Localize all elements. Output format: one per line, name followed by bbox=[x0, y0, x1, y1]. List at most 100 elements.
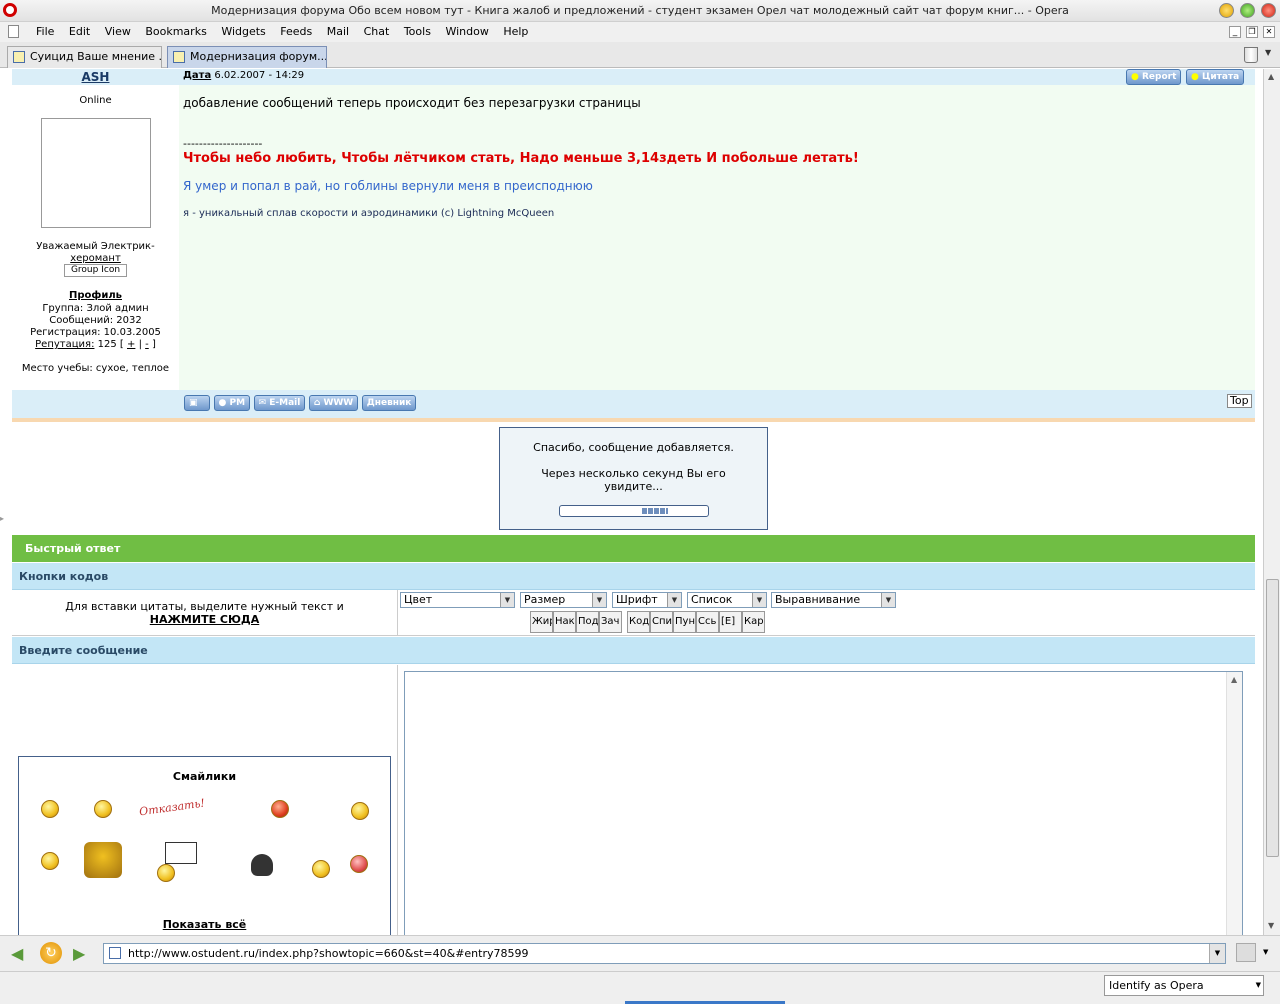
top-link[interactable]: Top bbox=[1227, 394, 1252, 408]
page-scrollbar[interactable]: ▲ ▼ bbox=[1263, 69, 1280, 935]
spoiler-button[interactable]: Спи bbox=[650, 611, 673, 633]
quote-hint: Для вставки цитаты, выделите нужный текс… bbox=[65, 600, 344, 613]
notice-progress-bar bbox=[559, 505, 709, 517]
reputation-plus-link[interactable]: + bbox=[127, 339, 135, 350]
wand-icon[interactable] bbox=[1236, 943, 1256, 962]
strike-button[interactable]: Зач bbox=[599, 611, 622, 633]
align-select-value: Выравнивание bbox=[775, 593, 861, 606]
menu-help[interactable]: Help bbox=[503, 22, 528, 42]
smiley-wave-icon[interactable] bbox=[41, 852, 59, 870]
color-select[interactable]: Цвет ▼ bbox=[400, 592, 515, 608]
menu-feeds[interactable]: Feeds bbox=[280, 22, 312, 42]
list-select-value: Список bbox=[691, 593, 733, 606]
diary-button[interactable]: Дневник bbox=[361, 395, 417, 411]
post-header-strip bbox=[179, 69, 1255, 85]
chevron-down-icon: ▼ bbox=[752, 593, 766, 607]
reload-icon[interactable]: ↻ bbox=[40, 942, 62, 964]
smiley-frown-icon[interactable] bbox=[41, 800, 59, 818]
smiley-sign-icon[interactable] bbox=[151, 842, 199, 884]
address-field[interactable]: http://www.ostudent.ru/index.php?showtop… bbox=[103, 943, 1226, 964]
forward-arrow-icon[interactable]: ▶ bbox=[73, 944, 85, 963]
smilies-title: Смайлики bbox=[172, 770, 237, 783]
size-select[interactable]: Размер ▼ bbox=[520, 592, 607, 608]
menu-widgets[interactable]: Widgets bbox=[221, 22, 265, 42]
menu-view[interactable]: View bbox=[105, 22, 131, 42]
click-here-link[interactable]: НАЖМИТЕ СЮДА bbox=[12, 613, 397, 626]
menu-chat[interactable]: Chat bbox=[364, 22, 390, 42]
bulb-icon: ● bbox=[1131, 72, 1139, 82]
smiley-reaper-icon[interactable] bbox=[251, 854, 273, 876]
list-select[interactable]: Список ▼ bbox=[687, 592, 767, 608]
bold-button[interactable]: Жир bbox=[530, 611, 553, 633]
diary-label: Дневник bbox=[366, 398, 412, 408]
tab-menu-arrow-icon[interactable]: ▼ bbox=[1265, 48, 1271, 57]
reputation-link[interactable]: Репутация: bbox=[35, 339, 94, 350]
notice-line3: увидите... bbox=[604, 480, 663, 493]
italic-button[interactable]: Нак bbox=[553, 611, 576, 633]
smiley-lightsaber-icon[interactable] bbox=[312, 860, 330, 878]
www-label: WWW bbox=[323, 398, 354, 408]
font-select[interactable]: Шрифт ▼ bbox=[612, 592, 682, 608]
underline-button[interactable]: Под bbox=[576, 611, 599, 633]
scrollbar-thumb[interactable] bbox=[1266, 579, 1279, 857]
trash-icon[interactable] bbox=[1244, 47, 1258, 63]
scroll-up-arrow-icon[interactable]: ▲ bbox=[1231, 675, 1237, 684]
protest-smiley bbox=[157, 864, 175, 882]
chevron-down-icon: ▼ bbox=[1255, 981, 1261, 989]
address-dropdown-icon[interactable]: ▼ bbox=[1209, 944, 1225, 963]
menu-file[interactable]: File bbox=[36, 22, 54, 42]
notice-line1: Спасибо, сообщение добавляется. bbox=[533, 441, 734, 454]
tab-suicide-opinion[interactable]: Суицид Ваше мнение ... bbox=[7, 46, 162, 68]
author-name[interactable]: ASH bbox=[12, 69, 179, 85]
report-button[interactable]: ● Report bbox=[1126, 69, 1182, 85]
doc-close-button[interactable]: ✕ bbox=[1263, 26, 1275, 38]
menu-bookmarks[interactable]: Bookmarks bbox=[145, 22, 206, 42]
doc-restore-button[interactable]: ❐ bbox=[1246, 26, 1258, 38]
smiley-sos-icon[interactable] bbox=[351, 802, 369, 820]
textarea-scrollbar[interactable]: ▲ bbox=[1226, 672, 1242, 935]
report-label: Report bbox=[1142, 72, 1177, 82]
post-separator bbox=[12, 418, 1255, 422]
back-arrow-icon[interactable]: ◀ bbox=[11, 944, 23, 963]
code-button[interactable]: Код bbox=[627, 611, 650, 633]
close-button[interactable] bbox=[1261, 3, 1276, 18]
doc-minimize-button[interactable]: _ bbox=[1229, 26, 1241, 38]
online-status: Online bbox=[79, 95, 112, 106]
link-button[interactable]: Ссь bbox=[696, 611, 719, 633]
smiley-refuse-text[interactable]: Отказать! bbox=[138, 796, 205, 818]
reputation-minus-link[interactable]: - bbox=[145, 339, 149, 350]
scroll-up-arrow-icon[interactable]: ▲ bbox=[1268, 72, 1274, 81]
profile-photo-button[interactable]: ▣ bbox=[184, 395, 210, 411]
nav-menu-arrow-icon[interactable]: ▼ bbox=[1263, 948, 1268, 956]
profile-link[interactable]: Профиль bbox=[12, 290, 179, 301]
image-button[interactable]: Кар bbox=[742, 611, 765, 633]
menu-window[interactable]: Window bbox=[445, 22, 488, 42]
date-label[interactable]: Дата bbox=[183, 70, 211, 81]
message-textarea[interactable]: ▲ bbox=[404, 671, 1243, 935]
smiley-love-icon[interactable] bbox=[350, 855, 368, 873]
tab-forum-modernization[interactable]: Модернизация форум... bbox=[167, 46, 327, 68]
post-date: Дата 6.02.2007 - 14:29 bbox=[183, 70, 304, 81]
smiley-angry-icon[interactable] bbox=[271, 800, 289, 818]
smiley-drink-icon[interactable] bbox=[84, 842, 122, 878]
notice-progress-fill bbox=[642, 508, 668, 514]
minimize-button[interactable] bbox=[1219, 3, 1234, 18]
show-all-smilies-link[interactable]: Показать всё bbox=[19, 918, 390, 931]
maximize-button[interactable] bbox=[1240, 3, 1255, 18]
menu-mail[interactable]: Mail bbox=[327, 22, 349, 42]
www-button[interactable]: ⌂ WWW bbox=[308, 395, 359, 411]
page-favicon-icon bbox=[109, 947, 121, 959]
email-button[interactable]: ✉ E-Mail bbox=[253, 395, 306, 411]
email-code-button[interactable]: [Е] bbox=[719, 611, 742, 633]
align-select[interactable]: Выравнивание ▼ bbox=[771, 592, 896, 608]
quote-button[interactable]: ● Цитата bbox=[1186, 69, 1245, 85]
smiley-blink-icon[interactable] bbox=[94, 800, 112, 818]
identify-as-select[interactable]: Identify as Opera ▼ bbox=[1104, 975, 1264, 996]
menu-edit[interactable]: Edit bbox=[69, 22, 90, 42]
scroll-down-arrow-icon[interactable]: ▼ bbox=[1268, 921, 1274, 930]
menu-tools[interactable]: Tools bbox=[404, 22, 431, 42]
pm-button[interactable]: ● PM bbox=[213, 395, 251, 411]
post-actions-bar: ▣ ● PM ✉ E-Mail ⌂ WWW Дневник Top bbox=[12, 390, 1255, 418]
chevron-down-icon: ▼ bbox=[881, 593, 895, 607]
list-item-button[interactable]: Пун bbox=[673, 611, 696, 633]
